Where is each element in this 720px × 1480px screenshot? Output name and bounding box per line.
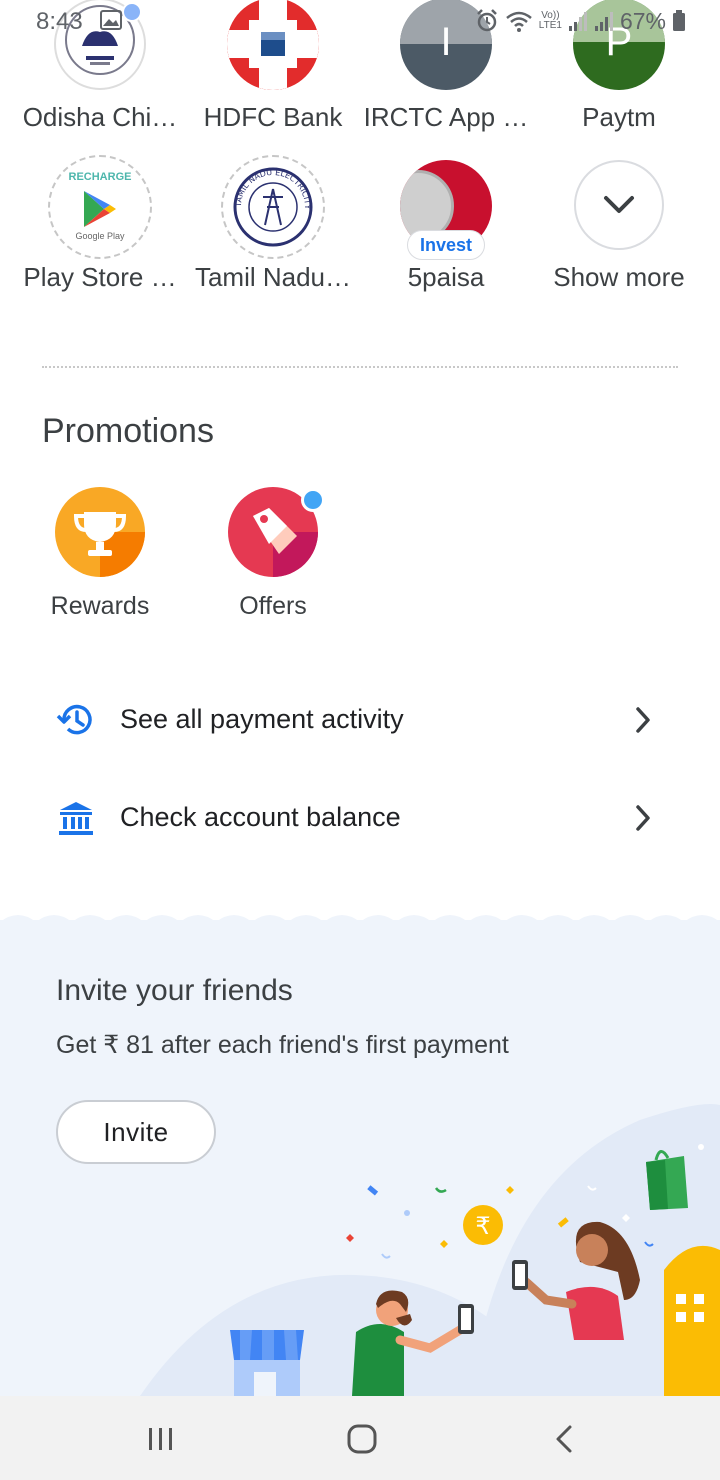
app-label: HDFC Bank <box>203 102 343 132</box>
check-account-balance[interactable]: Check account balance <box>0 778 720 858</box>
volte-bottom: LTE1 <box>538 20 562 31</box>
see-all-payment-activity[interactable]: See all payment activity <box>0 680 720 760</box>
wifi-icon <box>505 11 532 32</box>
chevron-right-icon <box>636 805 650 831</box>
rupee-coin-symbol: ₹ <box>475 1212 490 1240</box>
trophy-icon <box>55 487 145 577</box>
app-label: Paytm <box>582 102 656 132</box>
battery-icon <box>673 10 685 31</box>
invite-illustration: ₹ <box>140 1104 720 1396</box>
promo-label: Rewards <box>50 592 150 620</box>
invite-section: Invite your friends Get ₹ 81 after each … <box>0 920 720 1396</box>
system-nav-bar <box>0 1396 720 1480</box>
screen: 8:43 Vo)) LTE1 67% Odisha Chi… HDFC Bank… <box>0 0 720 1480</box>
app-tamil-nadu[interactable]: TAMIL NADU ELECTRICITY BOARD Tamil Nadu… <box>188 150 358 300</box>
app-play-store[interactable]: RECHARGE Google Play Play Store … <box>15 150 185 300</box>
row-label: Check account balance <box>120 802 401 832</box>
status-time: 8:43 <box>36 8 83 35</box>
recent-apps-icon[interactable] <box>146 1424 176 1454</box>
app-label: Play Store … <box>23 262 177 292</box>
status-bar: 8:43 Vo)) LTE1 67% <box>0 0 720 44</box>
show-more-circle <box>574 160 664 250</box>
app-label: Odisha Chi… <box>22 102 178 132</box>
tneb-logo-icon: TAMIL NADU ELECTRICITY BOARD <box>221 155 325 259</box>
app-5paisa[interactable]: Invest 5paisa <box>361 150 531 300</box>
google-play-recharge-icon: RECHARGE Google Play <box>48 155 152 259</box>
row-label: See all payment activity <box>120 704 404 734</box>
image-notification-icon <box>100 10 122 30</box>
signal-1-icon <box>568 12 587 31</box>
bank-icon <box>59 802 93 835</box>
promotions-title: Promotions <box>42 412 214 450</box>
notification-dot <box>122 2 142 22</box>
chevron-right-icon <box>636 707 650 733</box>
chevron-down-icon <box>604 196 634 213</box>
promo-label: Offers <box>239 592 307 620</box>
volte-indicator: Vo)) LTE1 <box>539 11 562 31</box>
invest-badge: Invest <box>407 230 485 260</box>
offers-notification-dot <box>301 488 325 512</box>
signal-2-icon <box>594 12 613 31</box>
play-triangle-icon <box>84 191 116 227</box>
app-label: IRCTC App … <box>363 102 529 132</box>
promo-rewards[interactable]: Rewards <box>15 486 185 626</box>
app-label: Show more <box>553 262 685 292</box>
show-more-button[interactable]: Show more <box>534 150 704 300</box>
recharge-text: RECHARGE <box>68 171 132 183</box>
back-icon[interactable] <box>552 1423 576 1455</box>
battery-percent: 67% <box>619 7 666 34</box>
app-label: 5paisa <box>407 262 485 292</box>
section-divider <box>42 366 678 368</box>
google-play-text: Google Play <box>75 231 125 241</box>
promo-offers[interactable]: Offers <box>188 486 358 626</box>
status-icons: Vo)) LTE1 67% <box>475 6 686 36</box>
history-icon <box>56 704 92 735</box>
home-icon[interactable] <box>346 1423 378 1455</box>
app-label: Tamil Nadu… <box>194 262 352 292</box>
alarm-icon <box>476 9 497 32</box>
